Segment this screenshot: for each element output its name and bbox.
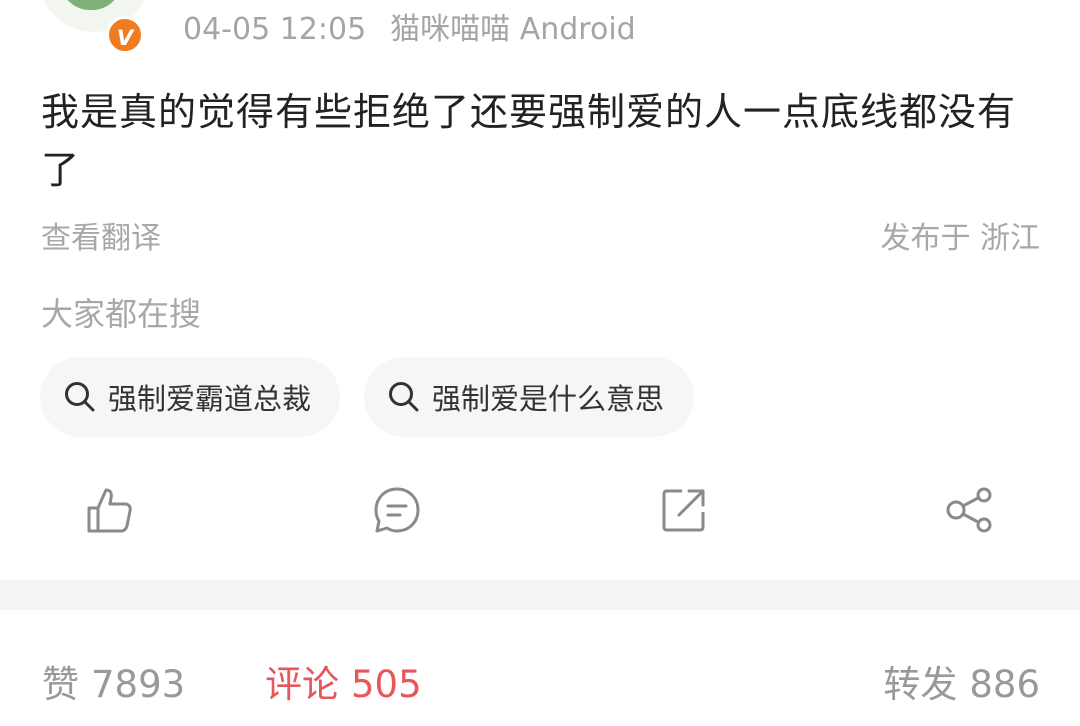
likes-count: 7893 xyxy=(91,663,186,706)
comment-icon xyxy=(374,487,420,533)
comments-label: 评论 xyxy=(265,663,339,706)
avatar[interactable]: V xyxy=(38,0,150,54)
trending-search-chip[interactable]: 强制爱霸道总裁 xyxy=(40,357,340,437)
post-source[interactable]: 猫咪喵喵 Android xyxy=(390,12,636,47)
like-button[interactable] xyxy=(84,484,136,536)
post-location: 发布于 浙江 xyxy=(880,221,1040,256)
comments-count: 505 xyxy=(351,663,422,706)
like-icon xyxy=(87,488,132,533)
chip-label: 强制爱是什么意思 xyxy=(432,382,665,416)
verified-badge: V xyxy=(106,16,144,54)
share-button[interactable] xyxy=(944,484,996,536)
repost-button[interactable] xyxy=(658,484,710,536)
post-meta: 04-05 12:05 猫咪喵喵 Android xyxy=(183,4,636,48)
avatar-frog-graphic xyxy=(60,0,122,10)
repost-icon xyxy=(662,489,705,532)
reposts-label: 转发 xyxy=(883,663,958,706)
post-timestamp: 04-05 12:05 xyxy=(183,12,367,47)
likes-stat[interactable]: 赞 7893 xyxy=(42,654,185,708)
trending-search-title: 大家都在搜 xyxy=(41,295,202,333)
translate-link[interactable]: 查看翻译 xyxy=(41,213,161,257)
post-text: 我是真的觉得有些拒绝了还要强制爱的人一点底线都没有了 xyxy=(41,90,1017,192)
trending-search-chip[interactable]: 强制爱是什么意思 xyxy=(364,357,694,437)
chip-label: 强制爱霸道总裁 xyxy=(108,382,312,416)
comments-tab[interactable]: 评论 505 xyxy=(265,654,422,708)
section-divider xyxy=(0,580,1080,610)
search-icon xyxy=(389,382,419,412)
comment-button[interactable] xyxy=(371,484,423,536)
likes-label: 赞 xyxy=(42,663,79,706)
reposts-count: 886 xyxy=(969,663,1040,706)
reposts-stat[interactable]: 转发 886 xyxy=(883,654,1040,708)
share-icon xyxy=(946,487,992,533)
search-icon xyxy=(65,382,95,412)
